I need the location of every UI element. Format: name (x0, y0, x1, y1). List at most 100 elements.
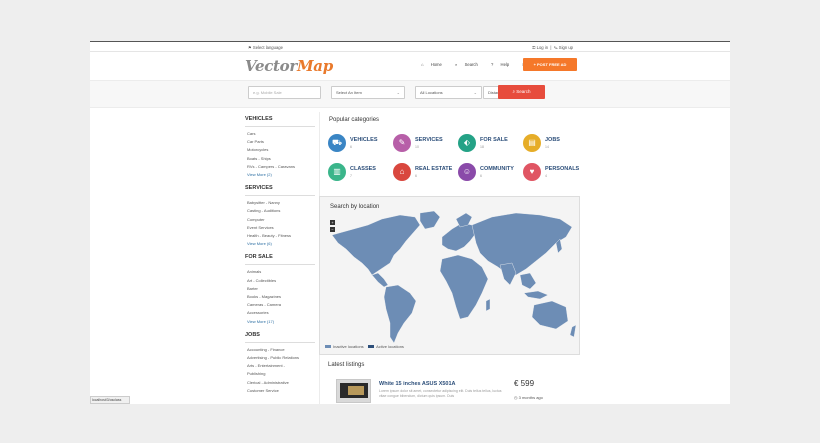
popular-categories-title: Popular categories (329, 117, 380, 123)
listing-time: ◷ 3 months ago (514, 395, 543, 400)
latest-listings-title: Latest listings (328, 362, 365, 368)
sidebar-item[interactable]: Health - Beauty - Fitness (245, 232, 315, 240)
world-map[interactable] (320, 197, 581, 356)
popular-category-personals[interactable]: ♥ PERSONALS 4 (523, 163, 585, 183)
help-icon: ? (491, 62, 494, 67)
southeast-asia (519, 272, 537, 290)
keyword-input[interactable]: e.g. Mobile Sale (248, 86, 321, 99)
sidebar-item[interactable]: Customer Service (245, 387, 315, 395)
post-free-ad-button[interactable]: + POST FREE AD (523, 58, 577, 71)
sidebar-item[interactable]: Animals (245, 268, 315, 276)
sidebar-heading[interactable]: SERVICES (245, 185, 315, 197)
popular-categories-grid: ⛟ VEHICLES 6 ✎ SERVICES 10 ⬖ FOR SALE 18 ▤ JOBS 14 ▥… (328, 134, 584, 184)
sidebar-item[interactable]: Car Parts (245, 138, 315, 146)
sidebar-item[interactable]: Computer (245, 216, 315, 224)
listing-title[interactable]: White 15 inches ASUS X501A (379, 381, 456, 387)
search-icon: ⌕ (455, 62, 458, 67)
category-count: 6 (350, 145, 352, 149)
sidebar-item[interactable]: Accessories (245, 309, 315, 317)
language-selector[interactable]: ⚑ Select language (248, 45, 283, 50)
category-count: 10 (415, 145, 419, 149)
indonesia (523, 290, 549, 300)
nav-help[interactable]: ? Help (491, 62, 515, 67)
category-count: 4 (545, 174, 547, 178)
sidebar-item[interactable]: Accounting - Finance (245, 346, 315, 354)
north-america (331, 214, 421, 276)
listing-item[interactable]: White 15 inches ASUS X501A Lorem ipsum d… (336, 379, 576, 404)
popular-category-community[interactable]: ☺ COMMUNITY 6 (458, 163, 520, 183)
clock-icon: ◷ (514, 395, 518, 400)
category-count: 18 (480, 145, 484, 149)
header: VectorMap ⌂ Home ⌕ Search ? Help ✉ Conta… (90, 52, 730, 80)
popular-category-classes[interactable]: ▥ CLASSES 7 (328, 163, 390, 183)
auth-links: ⚿ Log in | ✎ Sign up (532, 44, 573, 50)
location-map: Search by location + − Inactive location… (319, 196, 580, 355)
sidebar-item[interactable]: Casting - Auditions (245, 207, 315, 215)
listing-thumbnail[interactable] (336, 379, 371, 403)
category-name[interactable]: CLASSES (350, 166, 376, 172)
sidebar-item[interactable]: Event Services (245, 224, 315, 232)
sidebar-item[interactable]: Arts - Entertainment - (245, 362, 315, 370)
sidebar-item[interactable]: Clerical - Administrative (245, 379, 315, 387)
house-icon: ⌂ (393, 163, 411, 181)
sidebar-item[interactable]: RVs - Campers - Caravans (245, 163, 315, 171)
book-icon: ▥ (328, 163, 346, 181)
sidebar-heading[interactable]: VEHICLES (245, 116, 315, 127)
sidebar-item[interactable]: View More (17) (245, 318, 315, 326)
page: ⚑ Select language ⚿ Log in | ✎ Sign up V… (90, 41, 730, 404)
sidebar-item[interactable]: Cars (245, 130, 315, 138)
nav-home[interactable]: ⌂ Home (421, 62, 448, 67)
category-name[interactable]: SERVICES (415, 137, 443, 143)
sidebar-item[interactable]: Babysitter - Nanny (245, 199, 315, 207)
sidebar-item[interactable]: View More (2) (245, 171, 315, 179)
category-count: 6 (480, 174, 482, 178)
popular-category-services[interactable]: ✎ SERVICES 10 (393, 134, 455, 154)
sidebar-heading[interactable]: FOR SALE (245, 254, 315, 266)
popular-category-vehicles[interactable]: ⛟ VEHICLES 6 (328, 134, 390, 154)
category-count: 14 (545, 145, 549, 149)
chevron-down-icon: ⌄ (396, 90, 400, 95)
listing-description: Lorem ipsum dolor sit amet, consectetur … (379, 389, 502, 398)
briefcase-icon: ▤ (523, 134, 541, 152)
sidebar-item[interactable]: Art - Collectibles (245, 277, 315, 285)
category-name[interactable]: REAL ESTATE (415, 166, 452, 172)
listing-price: € 599 (514, 379, 535, 388)
top-bar: ⚑ Select language ⚿ Log in | ✎ Sign up (90, 42, 730, 52)
sidebar-item[interactable]: View More (6) (245, 240, 315, 248)
sidebar-item[interactable]: Books - Magazines (245, 293, 315, 301)
category-name[interactable]: FOR SALE (480, 137, 508, 143)
category-sidebar: VEHICLES Cars Car Parts Motorcycles Boats - … (245, 112, 315, 395)
europe (441, 222, 477, 252)
central-america (371, 272, 389, 288)
login-link[interactable]: ⚿ Log in (532, 45, 548, 50)
greenland (419, 210, 441, 230)
wrench-icon: ✎ (393, 134, 411, 152)
status-bar: localhost/3/osclass (90, 396, 130, 404)
sidebar-item[interactable]: Motorcycles (245, 146, 315, 154)
popular-category-real-estate[interactable]: ⌂ REAL ESTATE 6 (393, 163, 455, 183)
category-name[interactable]: JOBS (545, 137, 560, 143)
category-name[interactable]: COMMUNITY (480, 166, 514, 172)
heart-icon: ♥ (523, 163, 541, 181)
item-select[interactable]: Select An Item ⌄ (331, 86, 405, 99)
location-select[interactable]: All Locations ⌄ (415, 86, 482, 99)
signup-link[interactable]: ✎ Sign up (554, 45, 573, 50)
sidebar-item[interactable]: Boats - Ships (245, 155, 315, 163)
africa (439, 254, 489, 320)
category-name[interactable]: PERSONALS (545, 166, 579, 172)
sidebar-item[interactable]: Advertising - Public Relations (245, 354, 315, 362)
sidebar-heading[interactable]: JOBS (245, 332, 315, 343)
sidebar-item[interactable]: Cameras - Camera (245, 301, 315, 309)
category-name[interactable]: VEHICLES (350, 137, 378, 143)
sidebar-item[interactable]: Barter (245, 285, 315, 293)
map-legend: Inactive locations Active locations (325, 344, 404, 349)
sidebar-item[interactable]: Publishing (245, 370, 315, 378)
nav-search[interactable]: ⌕ Search (455, 62, 484, 67)
popular-category-for-sale[interactable]: ⬖ FOR SALE 18 (458, 134, 520, 154)
madagascar (485, 298, 491, 312)
search-button[interactable]: ⌕ Search (498, 85, 545, 99)
new-zealand (569, 324, 577, 338)
popular-category-jobs[interactable]: ▤ JOBS 14 (523, 134, 585, 154)
site-logo[interactable]: VectorMap (245, 57, 333, 75)
search-icon: ⌕ (512, 89, 515, 94)
